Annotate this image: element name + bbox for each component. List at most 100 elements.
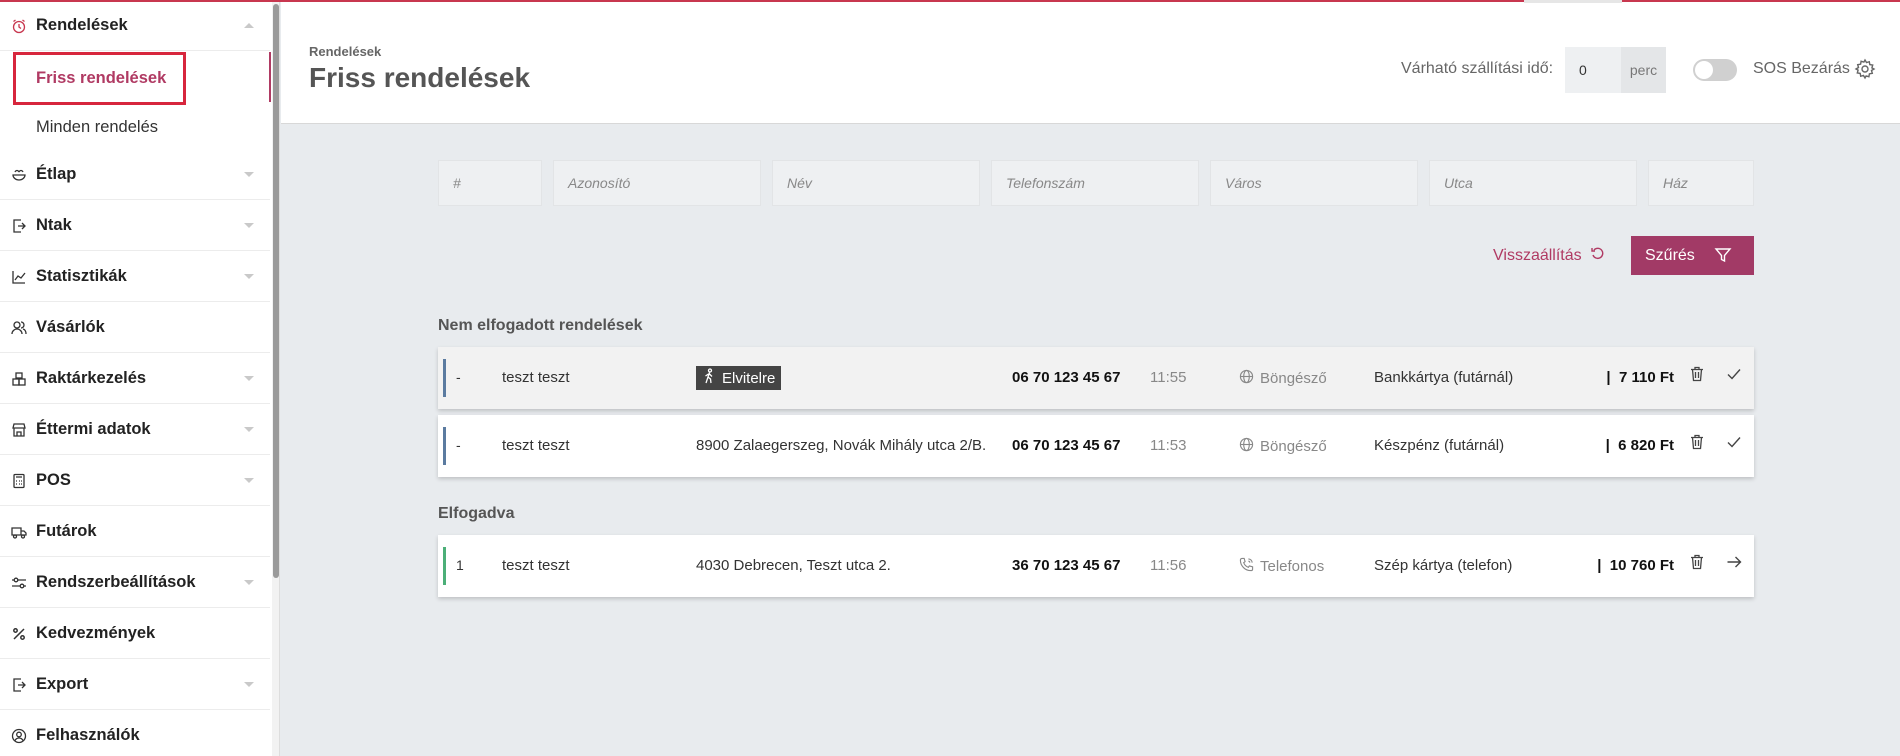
export-icon <box>9 677 29 693</box>
trash-icon[interactable] <box>1690 434 1704 454</box>
payment-method: Készpénz (futárnál) <box>1374 437 1505 454</box>
filter-button-label: Szűrés <box>1645 246 1695 264</box>
customer-phone: 06 70 123 45 67 <box>1012 369 1121 386</box>
sidebar-item-label: Ntak <box>36 216 72 234</box>
chart-icon <box>9 269 29 285</box>
order-source-label: Böngésző <box>1260 370 1327 387</box>
order-price-value: 6 820 Ft <box>1618 437 1674 454</box>
order-number: 1 <box>456 557 464 573</box>
status-accent <box>443 427 446 465</box>
order-time: 11:56 <box>1150 557 1187 574</box>
chevron-down-icon <box>244 172 254 177</box>
filter-placeholder: Azonosító <box>568 175 631 191</box>
sidebar-item-label: Rendelések <box>36 16 128 34</box>
order-time: 11:53 <box>1150 437 1187 454</box>
sidebar-item-vasarlok[interactable]: Vásárlók <box>0 303 270 353</box>
funnel-icon <box>1714 246 1732 269</box>
order-price-value: 7 110 Ft <box>1618 369 1674 386</box>
reset-label: Visszaállítás <box>1493 246 1582 264</box>
delivery-time-label: Várható szállítási idő: <box>1401 60 1554 77</box>
order-price-value: 10 760 Ft <box>1609 557 1674 574</box>
order-price: | 6 820 Ft <box>1605 437 1674 454</box>
customer-name: teszt teszt <box>502 557 570 574</box>
chevron-down-icon <box>244 376 254 381</box>
accept-check-icon[interactable] <box>1726 434 1742 454</box>
order-source: Böngésző <box>1239 437 1327 456</box>
gear-icon[interactable] <box>1854 58 1876 80</box>
chevron-down-icon <box>244 427 254 432</box>
sidebar-subitem-minden-rendeles[interactable]: Minden rendelés <box>0 103 270 151</box>
alarm-clock-icon <box>9 18 29 34</box>
users-icon <box>9 320 29 336</box>
sidebar-item-pos[interactable]: POS <box>0 456 270 506</box>
sos-toggle[interactable] <box>1693 59 1737 81</box>
globe-icon <box>1239 437 1254 456</box>
order-source: Böngésző <box>1239 369 1327 388</box>
order-source-label: Telefonos <box>1260 558 1325 575</box>
sidebar-item-export[interactable]: Export <box>0 660 270 710</box>
chevron-up-icon <box>244 23 254 28</box>
sidebar-item-label: Vásárlók <box>36 318 105 336</box>
status-accent <box>443 547 446 585</box>
order-row[interactable]: 1 teszt teszt 4030 Debrecen, Teszt utca … <box>438 535 1754 597</box>
delivery-time-input[interactable] <box>1565 47 1621 93</box>
sidebar-subitem-label: Minden rendelés <box>36 117 158 136</box>
chevron-down-icon <box>244 223 254 228</box>
filter-placeholder: Utca <box>1444 175 1473 191</box>
order-number: - <box>456 437 461 453</box>
filter-name[interactable]: Név <box>772 160 980 206</box>
sidebar-item-raktarkezeles[interactable]: Raktárkezelés <box>0 354 270 404</box>
order-time: 11:55 <box>1150 369 1187 386</box>
percent-icon <box>9 626 29 642</box>
sidebar-item-kedvezmenyek[interactable]: Kedvezmények <box>0 609 270 659</box>
filter-button[interactable]: Szűrés <box>1631 236 1754 275</box>
sidebar-scrollbar-thumb[interactable] <box>273 4 279 578</box>
filter-placeholder: Telefonszám <box>1006 175 1085 191</box>
takeaway-badge: Elvitelre <box>696 366 782 390</box>
sidebar-item-label: Étlap <box>36 165 77 183</box>
customer-phone: 36 70 123 45 67 <box>1012 557 1121 574</box>
undo-icon <box>1590 245 1606 266</box>
delivery-time-unit: perc <box>1621 47 1666 93</box>
filter-city[interactable]: Város <box>1210 160 1418 206</box>
filter-id[interactable]: Azonosító <box>553 160 761 206</box>
accepted-orders-title: Elfogadva <box>438 505 515 522</box>
reset-button[interactable]: Visszaállítás <box>1493 245 1606 266</box>
active-item-indicator <box>269 52 271 102</box>
delivery-address: 4030 Debrecen, Teszt utca 2. <box>696 557 891 574</box>
store-icon <box>9 422 29 438</box>
accept-check-icon[interactable] <box>1726 366 1742 386</box>
filter-street[interactable]: Utca <box>1429 160 1637 206</box>
sidebar-item-etlap[interactable]: Étlap <box>0 150 270 200</box>
sidebar-item-label: Felhasználók <box>36 726 140 744</box>
customer-name: teszt teszt <box>502 437 570 454</box>
trash-icon[interactable] <box>1690 554 1704 574</box>
payment-method: Bankkártya (futárnál) <box>1374 369 1514 386</box>
sidebar-item-futarok[interactable]: Futárok <box>0 507 270 557</box>
sidebar-item-rendelesek[interactable]: Rendelések <box>0 1 270 51</box>
sidebar-item-ntak[interactable]: Ntak <box>0 201 270 251</box>
trash-icon[interactable] <box>1690 366 1704 386</box>
boxes-icon <box>9 371 29 387</box>
filter-phone[interactable]: Telefonszám <box>991 160 1199 206</box>
chevron-down-icon <box>244 478 254 483</box>
filter-house[interactable]: Ház <box>1648 160 1754 206</box>
sidebar-item-ettermi-adatok[interactable]: Éttermi adatok <box>0 405 270 455</box>
sidebar: Rendelések Friss rendelések Minden rende… <box>0 0 280 756</box>
highlight-box <box>13 52 186 105</box>
arrow-right-icon[interactable] <box>1726 554 1742 574</box>
payment-method: Szép kártya (telefon) <box>1374 557 1513 574</box>
globe-icon <box>1239 369 1254 388</box>
takeaway-label: Elvitelre <box>722 369 776 387</box>
filter-number[interactable]: # <box>438 160 542 206</box>
order-row[interactable]: - teszt teszt 8900 Zalaegerszeg, Novák M… <box>438 415 1754 477</box>
page-title: Friss rendelések <box>309 62 531 93</box>
sidebar-item-statisztikak[interactable]: Statisztikák <box>0 252 270 302</box>
sidebar-item-felhasznalok[interactable]: Felhasználók <box>0 711 270 756</box>
sidebar-item-label: Rendszerbeállítások <box>36 573 196 591</box>
order-row[interactable]: - teszt teszt Elvitelre 06 70 123 45 67 … <box>438 347 1754 409</box>
sidebar-item-rendszerbeallitasok[interactable]: Rendszerbeállítások <box>0 558 270 608</box>
calculator-icon <box>9 473 29 489</box>
breadcrumb[interactable]: Rendelések <box>309 44 381 59</box>
order-number: - <box>456 369 461 385</box>
